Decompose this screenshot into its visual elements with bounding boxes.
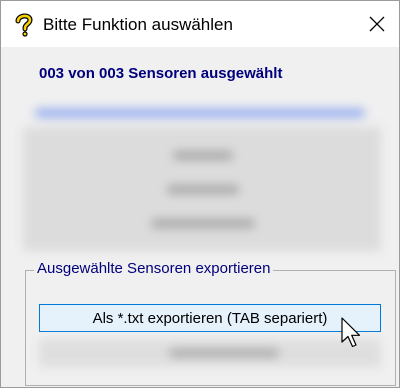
obscured-export-button[interactable] — [39, 339, 381, 367]
window-title: Bitte Funktion auswählen — [43, 15, 233, 34]
question-mark-icon — [14, 13, 34, 37]
title-bar: Bitte Funktion auswählen — [1, 1, 399, 47]
mouse-cursor-icon — [341, 317, 361, 348]
export-txt-button-label: Als *.txt exportieren (TAB separiert) — [92, 309, 328, 327]
obscured-function-panel — [21, 97, 383, 257]
close-icon — [369, 16, 385, 32]
close-button[interactable] — [355, 1, 399, 47]
export-group-title: Ausgewählte Sensoren exportieren — [34, 260, 274, 277]
export-txt-button[interactable]: Als *.txt exportieren (TAB separiert) — [39, 304, 381, 332]
selection-status: 003 von 003 Sensoren ausgewählt — [39, 65, 283, 82]
obscured-button-group — [23, 127, 381, 251]
dialog-window: Bitte Funktion auswählen 003 von 003 Sen… — [0, 0, 400, 388]
obscured-link — [35, 109, 365, 117]
